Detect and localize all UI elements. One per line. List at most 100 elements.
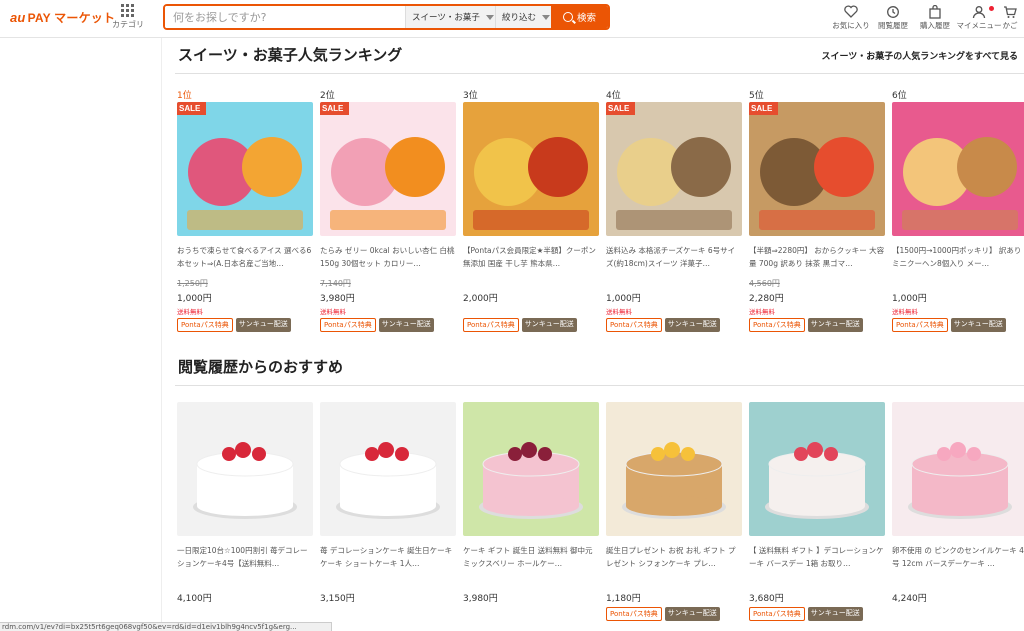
product-name[interactable]: 【半額⇒2280円】 おからクッキー 大容量 700g 訳あり 抹茶 黒ゴマ… [749, 244, 885, 270]
badge-row: Pontaパス特典 サンキュー配送 [606, 607, 742, 621]
original-price: 4,560円 [749, 279, 780, 288]
ponta-badge: Pontaパス特典 [606, 318, 662, 332]
product-image[interactable] [749, 402, 885, 536]
product-card[interactable]: 苺 デコレーションケーキ 誕生日ケーキ ケーキ ショートケーキ 1人… 3,150… [320, 402, 456, 604]
recommend-title: 閲覧履歴からのおすすめ [178, 358, 344, 376]
badge-row: Pontaパス特典 サンキュー配送 [320, 318, 456, 332]
product-card[interactable]: 卵不使用 の ピンクのセンイルケーキ 4号 12cm バースデーケーキ … 4,2… [892, 402, 1024, 604]
original-price-empty [177, 578, 313, 589]
section-divider [175, 73, 1024, 74]
product-card[interactable]: 【 送料無料 ギフト 】デコレーションケーキ バースデー 1箱 お取り… 3,68… [749, 402, 885, 621]
status-bar-url: rdm.com/v1/ev?di=bx25t5rt6geq068vgf50&ev… [0, 622, 332, 631]
product-name[interactable]: 【 送料無料 ギフト 】デコレーションケーキ バースデー 1箱 お取り… [749, 544, 885, 570]
product-card[interactable]: 4位 SALE 送料込み 本格派チーズケーキ 6号サイズ(約18cm)スイーツ 洋菓… [606, 88, 742, 332]
sankyu-badge: サンキュー配送 [807, 318, 863, 332]
shipping-label [463, 306, 599, 315]
product-price: 4,240円 [892, 594, 927, 604]
product-name[interactable]: 苺 デコレーションケーキ 誕生日ケーキ ケーキ ショートケーキ 1人… [320, 544, 456, 570]
ranking-title: スイーツ・お菓子人気ランキング [178, 46, 403, 64]
search-input[interactable] [165, 6, 405, 28]
cart-button[interactable]: かご [996, 4, 1024, 31]
product-image[interactable] [892, 102, 1024, 236]
product-card[interactable]: 2位 SALE たらみ ゼリー 0kcal おいしい杏仁 白桃 150g 30個セッ… [320, 88, 456, 332]
rank-label: 6位 [892, 91, 907, 101]
product-image[interactable]: SALE [749, 102, 885, 236]
see-all-ranking-link[interactable]: スイーツ・お菓子の人気ランキングをすべて見る [821, 49, 1018, 62]
sankyu-badge: サンキュー配送 [235, 318, 291, 332]
product-name[interactable]: 【Pontaパス会員限定★半額】クーポン 無添加 国産 干し芋 熊本県… [463, 244, 599, 270]
product-image[interactable] [463, 102, 599, 236]
product-price: 1,000円 [892, 294, 927, 304]
product-image[interactable] [892, 402, 1024, 536]
product-image[interactable]: SALE [606, 102, 742, 236]
shipping-label: 送料無料 [177, 308, 203, 316]
top-header: auPAY マーケット カテゴリ スイーツ・お菓子 絞り込む 検索 お気に入り … [0, 0, 1024, 38]
rank-label: 1位 [177, 91, 192, 101]
product-price: 1,000円 [606, 294, 641, 304]
badge-row: Pontaパス特典 サンキュー配送 [749, 607, 885, 621]
badge-row: Pontaパス特典 サンキュー配送 [892, 318, 1024, 332]
category-menu-button[interactable]: カテゴリ [112, 4, 144, 30]
product-price: 1,000円 [177, 294, 212, 304]
ponta-badge: Pontaパス特典 [749, 318, 805, 332]
product-card[interactable]: 一日限定10台☆100円割引 苺デコレーションケーキ4号【送料無料… 4,100円 [177, 402, 313, 604]
sale-badge: SALE [749, 102, 779, 115]
product-name[interactable]: 卵不使用 の ピンクのセンイルケーキ 4号 12cm バースデーケーキ … [892, 544, 1024, 570]
original-price [892, 278, 1024, 289]
product-name[interactable]: 一日限定10台☆100円割引 苺デコレーションケーキ4号【送料無料… [177, 544, 313, 570]
sidebar-divider [161, 38, 162, 631]
badge-row: Pontaパス特典 サンキュー配送 [749, 318, 885, 332]
original-price [463, 278, 599, 289]
product-card[interactable]: 誕生日プレゼント お祝 お礼 ギフト プレゼント シフォンケーキ プレ… 1,18… [606, 402, 742, 621]
ponta-badge: Pontaパス特典 [320, 318, 376, 332]
sankyu-badge: サンキュー配送 [378, 318, 434, 332]
product-card[interactable]: 1位 SALE おうちで凍らせて食べるアイス 選べる6本セット⇒(A.日本名産ご当地… [177, 88, 313, 332]
sale-badge: SALE [606, 102, 636, 115]
badge-row: Pontaパス特典 サンキュー配送 [606, 318, 742, 332]
sale-badge: SALE [320, 102, 350, 115]
product-price: 3,980円 [320, 294, 355, 304]
product-price: 1,180円 [606, 594, 641, 604]
sankyu-badge: サンキュー配送 [664, 318, 720, 332]
product-price: 2,000円 [463, 294, 498, 304]
product-name[interactable]: 送料込み 本格派チーズケーキ 6号サイズ(約18cm)スイーツ 洋菓子… [606, 244, 742, 270]
product-image[interactable] [606, 402, 742, 536]
au-pay-market-logo[interactable]: au PAY マーケット [10, 9, 115, 26]
section-divider [175, 385, 1024, 386]
category-select[interactable]: スイーツ・お菓子 [405, 6, 495, 28]
product-price: 3,680円 [749, 594, 784, 604]
product-card[interactable]: 5位 SALE 【半額⇒2280円】 おからクッキー 大容量 700g 訳あり 抹茶… [749, 88, 885, 332]
product-card[interactable]: 3位 【Pontaパス会員限定★半額】クーポン 無添加 国産 干し芋 熊本県… 2,… [463, 88, 599, 332]
original-price-empty [749, 578, 885, 589]
sankyu-badge: サンキュー配送 [521, 318, 577, 332]
product-image[interactable] [177, 402, 313, 536]
original-price [606, 278, 742, 289]
product-card[interactable]: 6位【1500円→1000円ポッキリ】 訳ありミニクーヘン8個入り メー… 1,0… [892, 88, 1024, 332]
ponta-badge: Pontaパス特典 [749, 607, 805, 621]
product-image[interactable]: SALE [320, 102, 456, 236]
product-name[interactable]: 誕生日プレゼント お祝 お礼 ギフト プレゼント シフォンケーキ プレ… [606, 544, 742, 570]
sankyu-badge: サンキュー配送 [664, 607, 720, 621]
chevron-down-icon [542, 14, 551, 20]
original-price-empty [320, 578, 456, 589]
search-bar: スイーツ・お菓子 絞り込む 検索 [163, 4, 610, 30]
filter-select[interactable]: 絞り込む [495, 6, 551, 28]
product-image[interactable]: SALE [177, 102, 313, 236]
original-price: 1,250円 [177, 279, 208, 288]
purchase-history-button[interactable]: 購入履歴 [910, 4, 960, 31]
search-button[interactable]: 検索 [551, 6, 608, 28]
product-card[interactable]: ケーキ ギフト 誕生日 送料無料 御中元 ミックスベリー ホールケー… 3,980… [463, 402, 599, 604]
original-price: 7,140円 [320, 279, 351, 288]
product-name[interactable]: 【1500円→1000円ポッキリ】 訳ありミニクーヘン8個入り メー… [892, 244, 1024, 270]
rank-label: 2位 [320, 91, 335, 101]
ponta-badge: Pontaパス特典 [463, 318, 519, 332]
rank-label: 5位 [749, 91, 764, 101]
product-name[interactable]: たらみ ゼリー 0kcal おいしい杏仁 白桃 150g 30個セット カロリー… [320, 244, 456, 270]
product-image[interactable] [320, 402, 456, 536]
product-name[interactable]: おうちで凍らせて食べるアイス 選べる6本セット⇒(A.日本名産ご当地… [177, 244, 313, 270]
product-image[interactable] [463, 402, 599, 536]
original-price-empty [606, 578, 742, 589]
product-name[interactable]: ケーキ ギフト 誕生日 送料無料 御中元 ミックスベリー ホールケー… [463, 544, 599, 570]
cart-icon [996, 4, 1024, 19]
original-price-empty [892, 578, 1024, 589]
